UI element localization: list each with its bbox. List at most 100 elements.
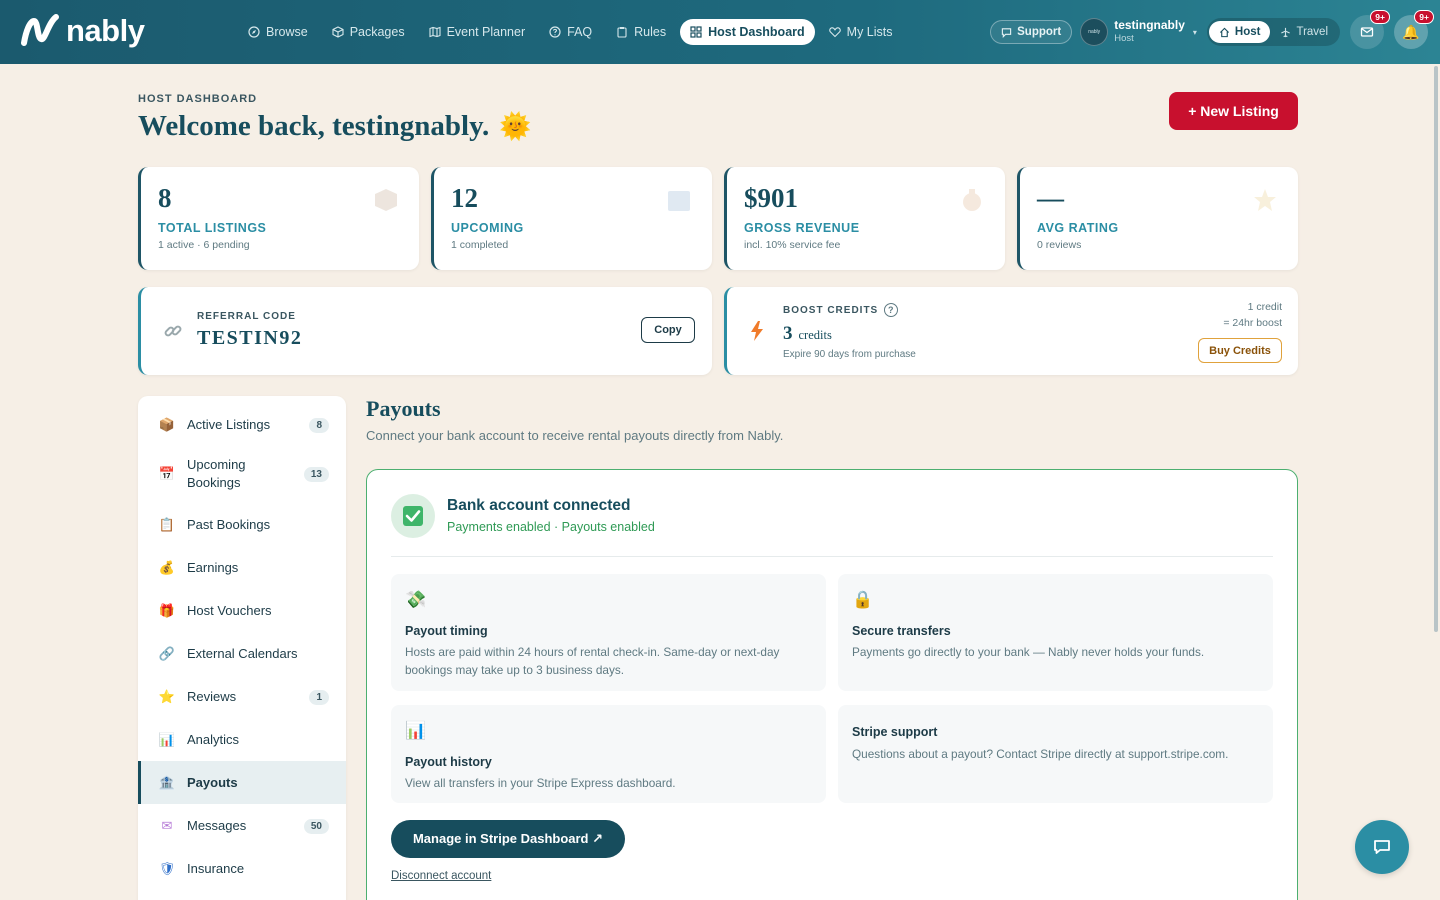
mode-travel-button[interactable]: Travel bbox=[1270, 21, 1338, 43]
box-icon bbox=[375, 189, 397, 211]
nav-packages[interactable]: Packages bbox=[322, 19, 415, 45]
user-role: Host bbox=[1114, 33, 1134, 44]
clipboard-icon bbox=[617, 27, 627, 38]
calendar-icon: 📅 bbox=[158, 466, 176, 481]
sidebar-item-label: Payouts bbox=[187, 774, 238, 790]
notifications-button[interactable]: 🔔 9+ bbox=[1394, 10, 1434, 49]
sidebar-item-upcoming-bookings[interactable]: 📅 Upcoming Bookings 13 bbox=[138, 454, 346, 494]
star-icon: ⭐ bbox=[158, 689, 176, 704]
home-icon bbox=[1219, 27, 1229, 37]
sidebar-item-external-calendars[interactable]: 🔗 External Calendars bbox=[138, 639, 346, 669]
sidebar-item-label: Messages bbox=[187, 818, 247, 833]
boost-rate: 1 credit = 24hr boost bbox=[1223, 299, 1282, 331]
nav-browse[interactable]: Browse bbox=[238, 19, 318, 45]
nav-faq-label: FAQ bbox=[567, 25, 593, 39]
sidebar-item-messages[interactable]: ✉ Messages 50 bbox=[138, 811, 346, 841]
stat-sub: 0 reviews bbox=[1037, 239, 1082, 251]
tile-payout-timing: 💸 Payout timing Hosts are paid within 24… bbox=[391, 574, 826, 691]
manage-stripe-button[interactable]: Manage in Stripe Dashboard ↗ bbox=[391, 820, 625, 858]
page-eyebrow: HOST DASHBOARD bbox=[138, 93, 258, 105]
stat-sub: 1 completed bbox=[451, 239, 509, 251]
boost-rate-line1: 1 credit bbox=[1247, 301, 1282, 313]
mode-host-label: Host bbox=[1234, 26, 1261, 38]
section-title: Payouts bbox=[366, 396, 441, 421]
nav-rules[interactable]: Rules bbox=[606, 19, 676, 45]
link-icon bbox=[164, 325, 182, 337]
scrollbar[interactable] bbox=[1434, 66, 1438, 632]
tile-title: Payout history bbox=[405, 755, 492, 769]
messages-button[interactable]: 9+ bbox=[1350, 10, 1390, 49]
new-listing-button[interactable]: + New Listing bbox=[1169, 92, 1298, 130]
nav-event-planner-label: Event Planner bbox=[446, 25, 526, 39]
bell-icon: 🔔 bbox=[1402, 23, 1420, 40]
grid-icon bbox=[690, 26, 702, 38]
nably-logo[interactable]: nably bbox=[20, 13, 145, 49]
money-bag-icon bbox=[963, 189, 981, 211]
support-button[interactable]: Support bbox=[990, 20, 1073, 44]
nav-faq[interactable]: FAQ bbox=[539, 19, 602, 45]
nav-my-lists[interactable]: My Lists bbox=[819, 19, 903, 45]
nav-right: Support nably testingnably Host ▾ Host T… bbox=[990, 10, 1434, 50]
section-subtitle: Connect your bank account to receive ren… bbox=[366, 428, 784, 443]
stat-sub: 1 active · 6 pending bbox=[158, 239, 250, 251]
sidebar-item-label: Insurance bbox=[187, 861, 245, 876]
package-icon: 📦 bbox=[158, 417, 176, 432]
chat-button[interactable] bbox=[1355, 820, 1409, 874]
sidebar-item-label: Analytics bbox=[187, 732, 240, 747]
mode-host-button[interactable]: Host bbox=[1208, 21, 1271, 43]
stat-card-gross-revenue: $901 GROSS REVENUE incl. 10% service fee bbox=[724, 167, 1005, 270]
welcome-text: Welcome back, testingnably. bbox=[138, 110, 490, 142]
sidebar-item-label: Active Listings bbox=[187, 417, 271, 432]
nav-my-lists-label: My Lists bbox=[846, 25, 893, 39]
lightning-icon bbox=[751, 321, 763, 341]
mode-travel-label: Travel bbox=[1296, 26, 1328, 38]
tile-text: Hosts are paid within 24 hours of rental… bbox=[405, 645, 780, 677]
page-title: Welcome back, testingnably. 🌞 bbox=[138, 110, 532, 143]
tile-text: View all transfers in your Stripe Expres… bbox=[405, 776, 676, 790]
referral-code: TESTIN92 bbox=[197, 327, 303, 349]
sidebar-item-payouts[interactable]: 🏦 Payouts bbox=[138, 761, 346, 804]
chevron-down-icon: ▾ bbox=[1192, 27, 1197, 37]
boost-credits-card: BOOST CREDITS ? 3 credits Expire 90 days… bbox=[724, 287, 1298, 375]
help-circle-icon bbox=[549, 26, 561, 38]
nav-host-dashboard[interactable]: Host Dashboard bbox=[680, 19, 815, 45]
boost-expiry: Expire 90 days from purchase bbox=[783, 349, 916, 360]
star-icon bbox=[1254, 189, 1276, 211]
referral-card: REFERRAL CODE TESTIN92 Copy bbox=[138, 287, 712, 375]
stat-card-avg-rating: — AVG RATING 0 reviews bbox=[1017, 167, 1298, 270]
bar-chart-icon: 📊 bbox=[405, 721, 427, 740]
nav-event-planner[interactable]: Event Planner bbox=[419, 19, 536, 45]
sidebar-item-insurance[interactable]: 🛡 Insurance bbox=[138, 854, 346, 884]
check-icon bbox=[391, 494, 435, 538]
tile-title: Secure transfers bbox=[852, 624, 951, 638]
sidebar-item-past-bookings[interactable]: 📋 Past Bookings bbox=[138, 510, 346, 540]
sidebar-item-earnings[interactable]: 💰 Earnings bbox=[138, 553, 346, 583]
map-icon bbox=[429, 26, 441, 38]
sidebar-item-label: Earnings bbox=[187, 560, 239, 575]
boost-label: BOOST CREDITS ? bbox=[783, 303, 899, 317]
sidebar-item-host-vouchers[interactable]: 🎁 Host Vouchers bbox=[138, 596, 346, 626]
sidebar-item-active-listings[interactable]: 📦 Active Listings 8 bbox=[138, 410, 346, 440]
help-icon[interactable]: ? bbox=[884, 303, 899, 317]
buy-credits-button[interactable]: Buy Credits bbox=[1198, 338, 1282, 363]
lock-icon: 🔒 bbox=[852, 590, 874, 609]
sun-icon: 🌞 bbox=[499, 111, 532, 141]
tile-secure-transfers: 🔒 Secure transfers Payments go directly … bbox=[838, 574, 1273, 691]
user-menu[interactable]: nably testingnably Host ▾ bbox=[1080, 18, 1197, 46]
bar-chart-icon: 📊 bbox=[158, 732, 176, 747]
nably-logo-icon bbox=[21, 14, 59, 46]
sidebar-item-analytics[interactable]: 📊 Analytics bbox=[138, 725, 346, 755]
sidebar-item-label: Reviews bbox=[187, 689, 237, 704]
bank-icon: 🏦 bbox=[158, 774, 176, 790]
stat-card-total-listings: 8 TOTAL LISTINGS 1 active · 6 pending bbox=[138, 167, 419, 270]
copy-button[interactable]: Copy bbox=[641, 317, 695, 343]
heart-icon bbox=[828, 27, 841, 38]
sidebar-item-reviews[interactable]: ⭐ Reviews 1 bbox=[138, 682, 346, 712]
calendar-icon bbox=[668, 191, 690, 211]
sidebar-item-label: Upcoming Bookings bbox=[187, 457, 246, 490]
sidebar-item-label: Host Vouchers bbox=[187, 603, 272, 618]
disconnect-link[interactable]: Disconnect account bbox=[391, 870, 491, 882]
bank-status-text: Payments enabled · Payouts enabled bbox=[447, 520, 655, 534]
stat-card-upcoming: 12 UPCOMING 1 completed bbox=[431, 167, 712, 270]
money-wings-icon: 💸 bbox=[405, 590, 427, 609]
